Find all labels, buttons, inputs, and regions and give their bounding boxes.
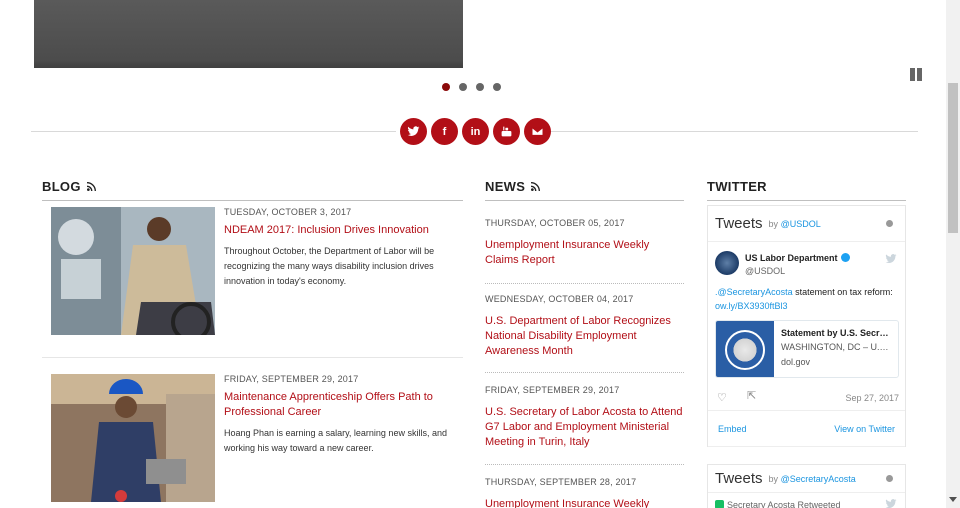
blog-description: Throughout October, the Department of La…: [224, 246, 435, 286]
news-date: FRIDAY, SEPTEMBER 29, 2017: [485, 385, 620, 395]
tweet-timestamp[interactable]: Sep 27, 2017: [845, 393, 899, 403]
retweet-icon: [715, 500, 724, 508]
news-item: THURSDAY, OCTOBER 05, 2017 Unemployment …: [485, 218, 684, 284]
embed-link[interactable]: Embed: [718, 424, 747, 434]
news-heading: NEWS: [485, 179, 684, 201]
twitter-heading-label: TWITTER: [707, 179, 767, 194]
scrollbar-thumb[interactable]: [948, 83, 958, 233]
retweet-label: Secretary Acosta Retweeted: [727, 500, 841, 508]
news-date: WEDNESDAY, OCTOBER 04, 2017: [485, 294, 634, 304]
tweet-text: .@SecretaryAcosta statement on tax refor…: [715, 285, 903, 313]
page: f in BLOG TUESDAY, OCTOBER 3, 2017 NDEAM…: [0, 0, 960, 508]
dol-seal-image: [716, 321, 774, 377]
tweet-author-name[interactable]: US Labor Department: [745, 253, 850, 263]
tweets-title: Tweets: [715, 470, 763, 487]
slider-dot-2[interactable]: [459, 83, 467, 91]
news-item: THURSDAY, SEPTEMBER 28, 2017 Unemploymen…: [485, 477, 684, 508]
news-heading-label: NEWS: [485, 179, 526, 194]
blog-thumbnail[interactable]: [51, 374, 215, 502]
heart-icon[interactable]: ♡: [717, 391, 727, 404]
tweet-link-card[interactable]: Statement by U.S. Secr… WASHINGTON, DC –…: [715, 320, 899, 378]
hero-slide-image[interactable]: [34, 0, 463, 68]
blog-thumbnail[interactable]: [51, 207, 215, 335]
view-on-twitter-link[interactable]: View on Twitter: [834, 424, 895, 434]
retweet-line: Secretary Acosta Retweeted: [708, 493, 905, 508]
info-icon[interactable]: [886, 220, 893, 227]
rss-icon[interactable]: [531, 182, 541, 191]
blog-heading-label: BLOG: [42, 179, 81, 194]
blog-post-text: FRIDAY, SEPTEMBER 29, 2017 Maintenance A…: [224, 374, 462, 456]
slider-dots: [442, 83, 501, 91]
twitter-widget: Tweets by @USDOL US Labor Department @US…: [707, 205, 906, 508]
email-icon[interactable]: [524, 118, 551, 145]
avatar[interactable]: [715, 251, 739, 275]
scroll-down-arrow[interactable]: [949, 497, 957, 502]
info-icon[interactable]: [886, 475, 893, 482]
by-label: by: [768, 473, 779, 484]
page-scrollbar[interactable]: [946, 0, 960, 508]
secretary-handle-link[interactable]: @SecretaryAcosta: [781, 474, 856, 484]
tweet: US Labor Department @USDOL .@SecretaryAc…: [708, 242, 905, 411]
twitter-icon[interactable]: [400, 118, 427, 145]
twitter-heading: TWITTER: [707, 179, 906, 201]
slider-dot-3[interactable]: [476, 83, 484, 91]
pause-icon[interactable]: [909, 68, 923, 82]
youtube-icon[interactable]: [493, 118, 520, 145]
social-links: f in: [400, 118, 551, 145]
card-title: Statement by U.S. Secr…: [781, 328, 889, 338]
blog-post: FRIDAY, SEPTEMBER 29, 2017 Maintenance A…: [42, 374, 463, 508]
twitter-widget-footer: Embed View on Twitter: [708, 411, 905, 447]
usdol-handle-link[interactable]: @USDOL: [781, 219, 821, 229]
news-date: THURSDAY, SEPTEMBER 28, 2017: [485, 477, 637, 487]
rss-icon[interactable]: [86, 182, 96, 191]
widget-gap: [707, 447, 906, 464]
news-title-link[interactable]: Unemployment Insurance Weekly Claims: [485, 497, 684, 508]
card-subtitle: WASHINGTON, DC – U.…: [781, 342, 889, 352]
tweets-title: Tweets: [715, 215, 763, 232]
tweet-author-handle[interactable]: @USDOL: [745, 266, 785, 276]
linkedin-icon[interactable]: in: [462, 118, 489, 145]
tweets-by: by @USDOL: [769, 219, 821, 229]
twitter-widget-2-header: Tweets by @SecretaryAcosta: [708, 464, 905, 493]
blog-date: FRIDAY, SEPTEMBER 29, 2017: [224, 374, 359, 384]
news-item: FRIDAY, SEPTEMBER 29, 2017 U.S. Secretar…: [485, 385, 684, 465]
twitter-bird-icon[interactable]: [885, 499, 897, 508]
blog-title-link[interactable]: NDEAM 2017: Inclusion Drives Innovation: [224, 223, 462, 238]
blog-description: Hoang Phan is earning a salary, learning…: [224, 428, 447, 453]
verified-icon: [840, 253, 850, 262]
card-site: dol.gov: [781, 357, 811, 367]
blog-date: TUESDAY, OCTOBER 3, 2017: [224, 207, 352, 217]
twitter-widget-header: Tweets by @USDOL: [708, 206, 905, 242]
news-title-link[interactable]: U.S. Department of Labor Recognizes Nati…: [485, 314, 684, 359]
blog-heading: BLOG: [42, 179, 463, 201]
blog-post-text: TUESDAY, OCTOBER 3, 2017 NDEAM 2017: Inc…: [224, 207, 462, 289]
blog-title-link[interactable]: Maintenance Apprenticeship Offers Path t…: [224, 390, 462, 420]
tweet-url-link[interactable]: ow.ly/BX3930ftBl3: [715, 301, 788, 311]
divider-right: [551, 131, 918, 132]
tweets-by: by @SecretaryAcosta: [769, 474, 856, 484]
facebook-icon[interactable]: f: [431, 118, 458, 145]
news-title-link[interactable]: Unemployment Insurance Weekly Claims Rep…: [485, 238, 684, 268]
slider-dot-4[interactable]: [493, 83, 501, 91]
blog-post: TUESDAY, OCTOBER 3, 2017 NDEAM 2017: Inc…: [42, 207, 463, 358]
twitter-bird-icon[interactable]: [885, 254, 897, 264]
news-item: WEDNESDAY, OCTOBER 04, 2017 U.S. Departm…: [485, 294, 684, 373]
news-date: THURSDAY, OCTOBER 05, 2017: [485, 218, 625, 228]
news-title-link[interactable]: U.S. Secretary of Labor Acosta to Attend…: [485, 405, 684, 450]
author-name-label: US Labor Department: [745, 253, 838, 263]
divider-left: [31, 131, 396, 132]
mention-link[interactable]: .@SecretaryAcosta: [715, 287, 793, 297]
tweet-body: statement on tax reform:: [792, 287, 893, 297]
share-icon[interactable]: ⇱: [747, 389, 756, 402]
slider-dot-1[interactable]: [442, 83, 450, 91]
by-label: by: [768, 218, 779, 229]
